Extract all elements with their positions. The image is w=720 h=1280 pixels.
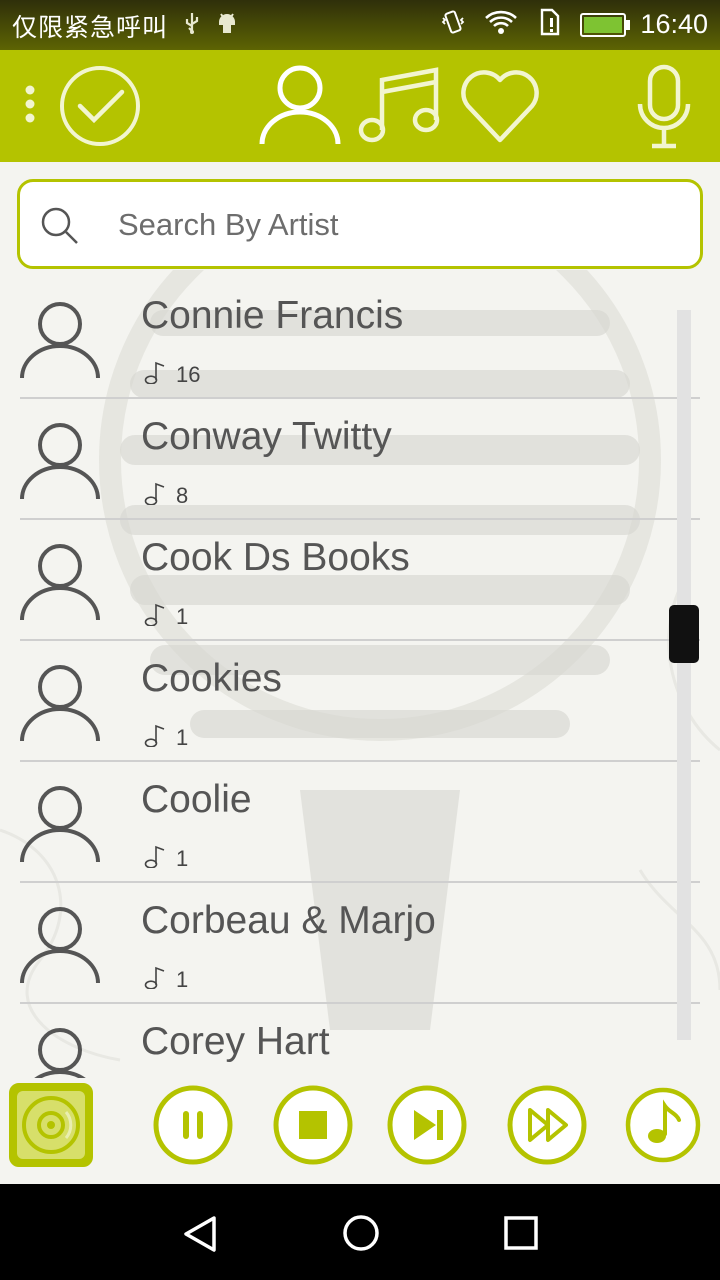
back-icon[interactable] bbox=[180, 1214, 220, 1259]
artist-name: Cook Ds Books bbox=[141, 536, 410, 579]
artist-avatar-icon bbox=[18, 419, 102, 508]
song-count: 16 bbox=[176, 361, 201, 387]
artist-name: Corbeau & Marjo bbox=[141, 899, 436, 942]
player-controls bbox=[0, 1080, 720, 1184]
list-item[interactable]: Corey Hart bbox=[0, 1004, 720, 1078]
song-count: 1 bbox=[176, 724, 189, 750]
song-count: 8 bbox=[176, 482, 189, 508]
artist-name: Corey Hart bbox=[141, 1020, 330, 1063]
search-input[interactable] bbox=[116, 198, 680, 252]
status-bar: 仅限紧急呼叫 16:40 bbox=[0, 0, 720, 50]
check-circle-icon[interactable] bbox=[58, 64, 142, 153]
list-item[interactable]: Corbeau & Marjo 1 bbox=[0, 883, 720, 1004]
search-icon bbox=[40, 206, 80, 251]
song-count: 1 bbox=[176, 845, 189, 871]
artist-name: Conway Twitty bbox=[141, 415, 392, 458]
song-count: 1 bbox=[176, 966, 189, 992]
artist-avatar-icon bbox=[18, 661, 102, 750]
artist-name: Coolie bbox=[141, 778, 252, 821]
recents-icon[interactable] bbox=[504, 1216, 538, 1255]
artist-avatar-icon bbox=[18, 298, 102, 387]
sim-alert-icon bbox=[536, 8, 562, 41]
song-count-note-icon bbox=[144, 844, 166, 873]
song-count-note-icon bbox=[144, 602, 166, 631]
vibrate-icon bbox=[440, 9, 466, 40]
skip-next-icon[interactable] bbox=[386, 1084, 468, 1171]
scrollbar-track[interactable] bbox=[677, 310, 691, 1040]
list-item[interactable]: Cookies 1 bbox=[0, 641, 720, 762]
list-item[interactable]: Connie Francis 16 bbox=[0, 278, 720, 399]
artist-avatar-icon bbox=[18, 540, 102, 629]
artist-avatar-icon bbox=[18, 1024, 102, 1078]
fast-forward-icon[interactable] bbox=[506, 1084, 588, 1171]
song-count-note-icon bbox=[144, 360, 166, 389]
song-count-note-icon bbox=[144, 723, 166, 752]
usb-icon bbox=[182, 11, 202, 41]
now-playing-note-icon[interactable] bbox=[624, 1086, 702, 1169]
home-icon[interactable] bbox=[342, 1214, 380, 1257]
list-item[interactable]: Conway Twitty 8 bbox=[0, 399, 720, 520]
music-notes-icon[interactable] bbox=[358, 64, 442, 153]
artist-list[interactable]: Connie Francis 16 Conway Twitty 8 Cook D… bbox=[0, 278, 720, 1078]
artist-avatar-icon bbox=[18, 903, 102, 992]
song-count-note-icon bbox=[144, 481, 166, 510]
overflow-menu-icon[interactable] bbox=[22, 84, 38, 129]
artist-name: Connie Francis bbox=[141, 294, 404, 337]
artist-person-icon[interactable] bbox=[258, 62, 342, 153]
clock: 16:40 bbox=[640, 9, 708, 39]
artist-name: Cookies bbox=[141, 657, 282, 700]
scrollbar-thumb[interactable] bbox=[669, 605, 699, 663]
top-toolbar bbox=[0, 50, 720, 162]
song-count: 1 bbox=[176, 603, 189, 629]
artist-avatar-icon bbox=[18, 782, 102, 871]
stop-icon[interactable] bbox=[272, 1084, 354, 1171]
disc-icon[interactable] bbox=[8, 1082, 94, 1173]
carrier-text: 仅限紧急呼叫 bbox=[12, 14, 169, 42]
song-count-note-icon bbox=[144, 965, 166, 994]
system-nav-bar bbox=[0, 1184, 720, 1280]
battery-charging-icon bbox=[580, 12, 631, 37]
heart-icon[interactable] bbox=[458, 66, 542, 151]
wifi-icon bbox=[484, 9, 518, 40]
list-item[interactable]: Cook Ds Books 1 bbox=[0, 520, 720, 641]
pause-icon[interactable] bbox=[152, 1084, 234, 1171]
android-debug-icon bbox=[216, 11, 238, 41]
microphone-icon[interactable] bbox=[636, 64, 692, 155]
list-item[interactable]: Coolie 1 bbox=[0, 762, 720, 883]
search-box bbox=[17, 179, 703, 269]
